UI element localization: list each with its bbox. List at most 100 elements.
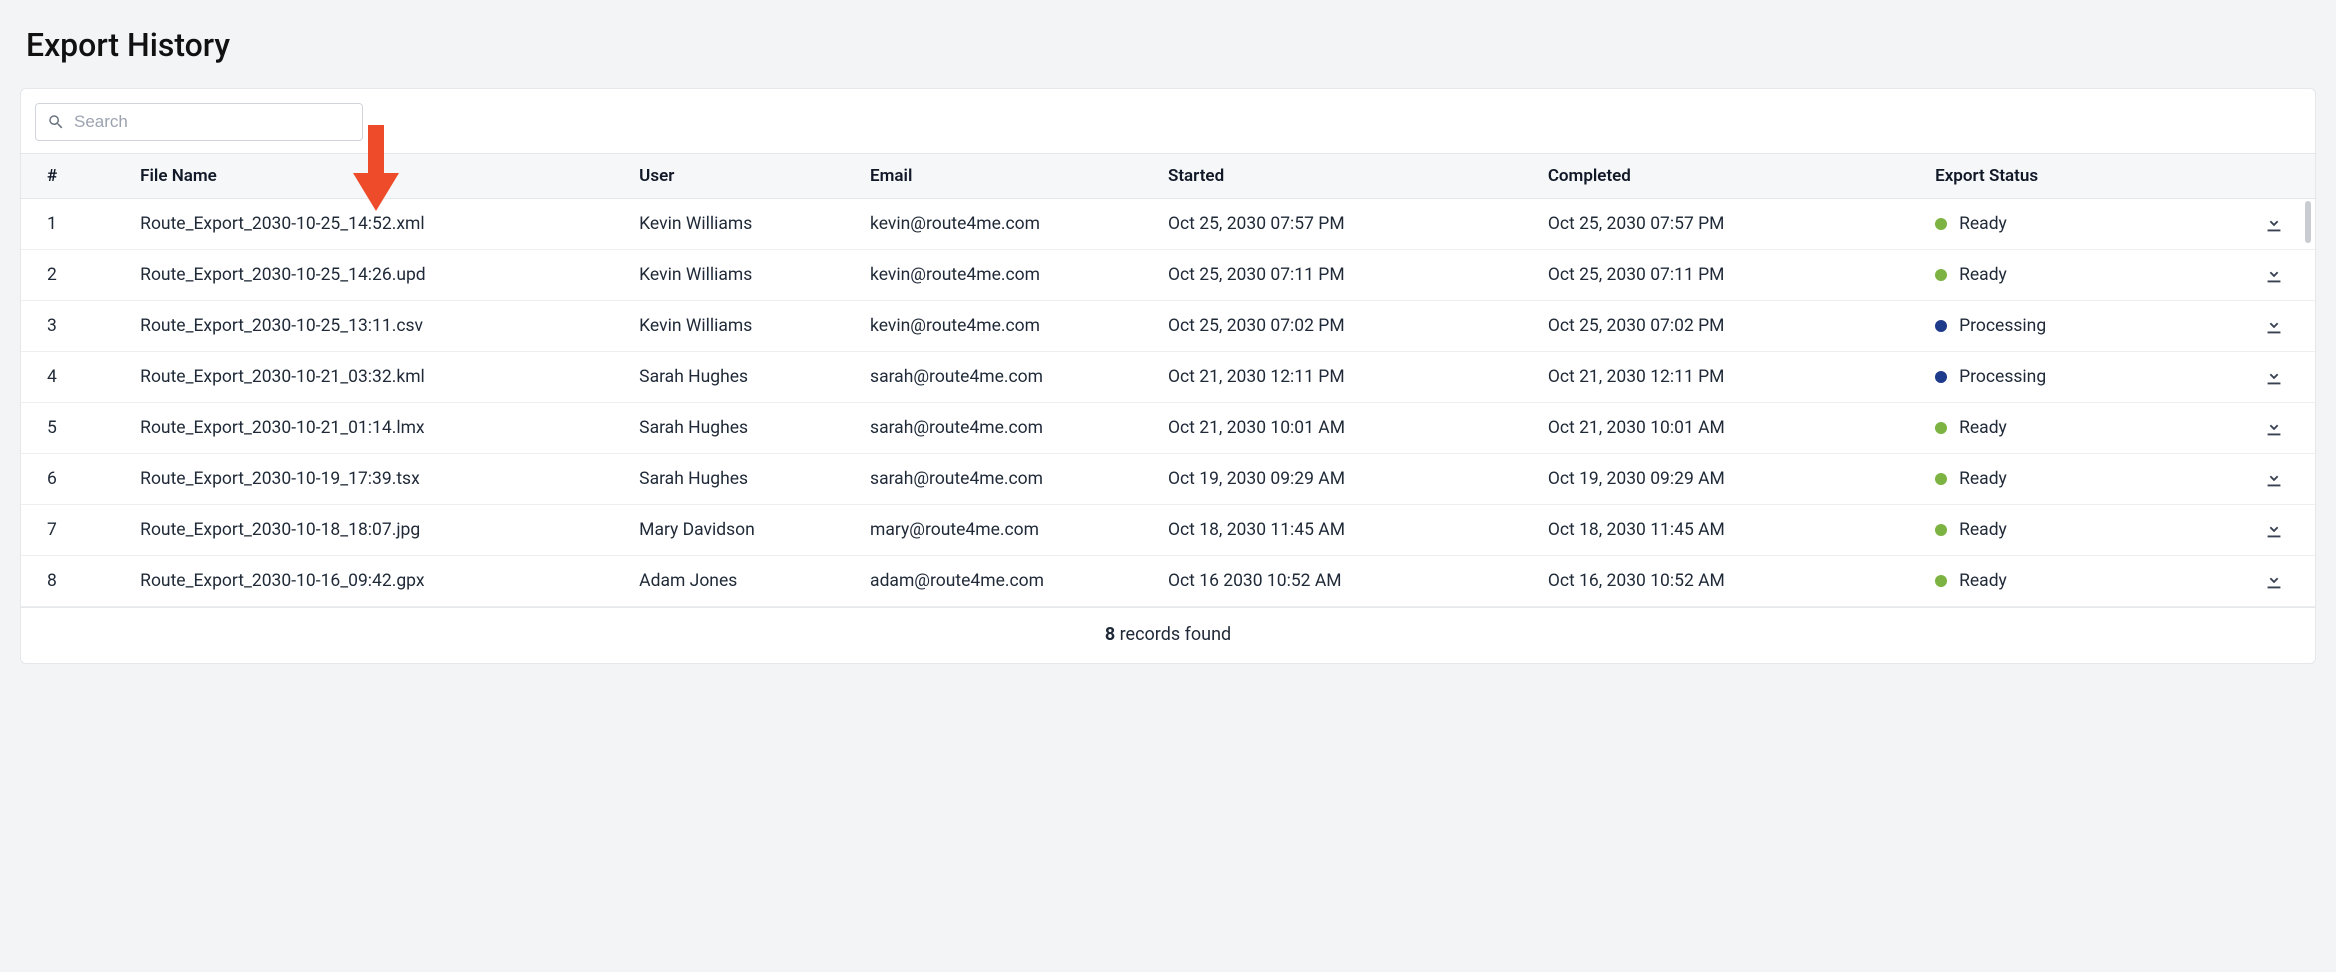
table-row[interactable]: 6Route_Export_2030-10-19_17:39.tsxSarah … — [21, 454, 2315, 505]
table-row[interactable]: 5Route_Export_2030-10-21_01:14.lmxSarah … — [21, 403, 2315, 454]
cell-filename: Route_Export_2030-10-25_13:11.csv — [140, 301, 639, 352]
cell-download — [2233, 505, 2315, 556]
cell-email: mary@route4me.com — [870, 505, 1168, 556]
cell-status: Processing — [1935, 352, 2233, 403]
cell-index: 6 — [21, 454, 140, 505]
column-header-file[interactable]: File Name — [140, 154, 639, 199]
cell-filename: Route_Export_2030-10-25_14:26.upd — [140, 250, 639, 301]
status-label: Ready — [1959, 520, 2007, 540]
cell-completed: Oct 19, 2030 09:29 AM — [1548, 454, 1935, 505]
cell-email: kevin@route4me.com — [870, 250, 1168, 301]
cell-started: Oct 16 2030 10:52 AM — [1168, 556, 1548, 607]
cell-user: Kevin Williams — [639, 250, 870, 301]
table-row[interactable]: 4Route_Export_2030-10-21_03:32.kmlSarah … — [21, 352, 2315, 403]
status-label: Ready — [1959, 265, 2007, 285]
column-header-user[interactable]: User — [639, 154, 870, 199]
records-suffix: records found — [1115, 624, 1231, 645]
column-header-email[interactable]: Email — [870, 154, 1168, 199]
status-dot-icon — [1935, 473, 1947, 485]
cell-user: Adam Jones — [639, 556, 870, 607]
cell-completed: Oct 18, 2030 11:45 AM — [1548, 505, 1935, 556]
cell-started: Oct 18, 2030 11:45 AM — [1168, 505, 1548, 556]
table-row[interactable]: 7Route_Export_2030-10-18_18:07.jpgMary D… — [21, 505, 2315, 556]
cell-download — [2233, 403, 2315, 454]
cell-download — [2233, 250, 2315, 301]
cell-download — [2233, 352, 2315, 403]
table-row[interactable]: 3Route_Export_2030-10-25_13:11.csvKevin … — [21, 301, 2315, 352]
status-dot-icon — [1935, 524, 1947, 536]
table-row[interactable]: 2Route_Export_2030-10-25_14:26.updKevin … — [21, 250, 2315, 301]
cell-filename: Route_Export_2030-10-25_14:52.xml — [140, 199, 639, 250]
cell-index: 1 — [21, 199, 140, 250]
cell-status: Ready — [1935, 505, 2233, 556]
cell-email: sarah@route4me.com — [870, 454, 1168, 505]
download-icon[interactable] — [2263, 520, 2285, 540]
cell-user: Sarah Hughes — [639, 454, 870, 505]
table-wrap: # File Name User Email Started Completed… — [21, 153, 2315, 607]
cell-user: Mary Davidson — [639, 505, 870, 556]
cell-user: Sarah Hughes — [639, 352, 870, 403]
cell-download — [2233, 556, 2315, 607]
cell-started: Oct 21, 2030 10:01 AM — [1168, 403, 1548, 454]
table-header-row: # File Name User Email Started Completed… — [21, 154, 2315, 199]
download-icon[interactable] — [2263, 214, 2285, 234]
export-history-table: # File Name User Email Started Completed… — [21, 153, 2315, 607]
cell-started: Oct 19, 2030 09:29 AM — [1168, 454, 1548, 505]
records-footer: 8 records found — [21, 607, 2315, 663]
scrollbar-thumb[interactable] — [2305, 201, 2311, 243]
column-header-download — [2233, 154, 2315, 199]
download-icon[interactable] — [2263, 571, 2285, 591]
cell-started: Oct 25, 2030 07:11 PM — [1168, 250, 1548, 301]
cell-index: 3 — [21, 301, 140, 352]
status-label: Processing — [1959, 367, 2046, 387]
status-dot-icon — [1935, 320, 1947, 332]
page-title: Export History — [20, 0, 2316, 88]
status-dot-icon — [1935, 371, 1947, 383]
cell-filename: Route_Export_2030-10-19_17:39.tsx — [140, 454, 639, 505]
cell-completed: Oct 25, 2030 07:57 PM — [1548, 199, 1935, 250]
cell-index: 7 — [21, 505, 140, 556]
cell-status: Ready — [1935, 250, 2233, 301]
column-header-completed[interactable]: Completed — [1548, 154, 1935, 199]
cell-email: kevin@route4me.com — [870, 199, 1168, 250]
cell-status: Ready — [1935, 199, 2233, 250]
cell-completed: Oct 21, 2030 12:11 PM — [1548, 352, 1935, 403]
cell-download — [2233, 301, 2315, 352]
cell-started: Oct 25, 2030 07:02 PM — [1168, 301, 1548, 352]
column-header-index[interactable]: # — [21, 154, 140, 199]
status-dot-icon — [1935, 269, 1947, 281]
cell-email: sarah@route4me.com — [870, 352, 1168, 403]
table-row[interactable]: 1Route_Export_2030-10-25_14:52.xmlKevin … — [21, 199, 2315, 250]
cell-completed: Oct 25, 2030 07:11 PM — [1548, 250, 1935, 301]
cell-user: Kevin Williams — [639, 199, 870, 250]
cell-index: 2 — [21, 250, 140, 301]
cell-completed: Oct 16, 2030 10:52 AM — [1548, 556, 1935, 607]
cell-filename: Route_Export_2030-10-16_09:42.gpx — [140, 556, 639, 607]
status-label: Ready — [1959, 469, 2007, 489]
download-icon[interactable] — [2263, 316, 2285, 336]
table-row[interactable]: 8Route_Export_2030-10-16_09:42.gpxAdam J… — [21, 556, 2315, 607]
cell-status: Ready — [1935, 556, 2233, 607]
status-dot-icon — [1935, 575, 1947, 587]
cell-email: sarah@route4me.com — [870, 403, 1168, 454]
download-icon[interactable] — [2263, 418, 2285, 438]
cell-completed: Oct 21, 2030 10:01 AM — [1548, 403, 1935, 454]
cell-filename: Route_Export_2030-10-21_01:14.lmx — [140, 403, 639, 454]
status-label: Processing — [1959, 316, 2046, 336]
cell-index: 4 — [21, 352, 140, 403]
cell-user: Sarah Hughes — [639, 403, 870, 454]
status-dot-icon — [1935, 422, 1947, 434]
status-label: Ready — [1959, 214, 2007, 234]
download-icon[interactable] — [2263, 265, 2285, 285]
download-icon[interactable] — [2263, 469, 2285, 489]
cell-index: 8 — [21, 556, 140, 607]
cell-status: Ready — [1935, 403, 2233, 454]
search-input[interactable] — [35, 103, 363, 141]
column-header-started[interactable]: Started — [1168, 154, 1548, 199]
download-icon[interactable] — [2263, 367, 2285, 387]
card-toolbar — [21, 89, 2315, 153]
cell-status: Ready — [1935, 454, 2233, 505]
cell-email: adam@route4me.com — [870, 556, 1168, 607]
column-header-status[interactable]: Export Status — [1935, 154, 2233, 199]
cell-filename: Route_Export_2030-10-18_18:07.jpg — [140, 505, 639, 556]
